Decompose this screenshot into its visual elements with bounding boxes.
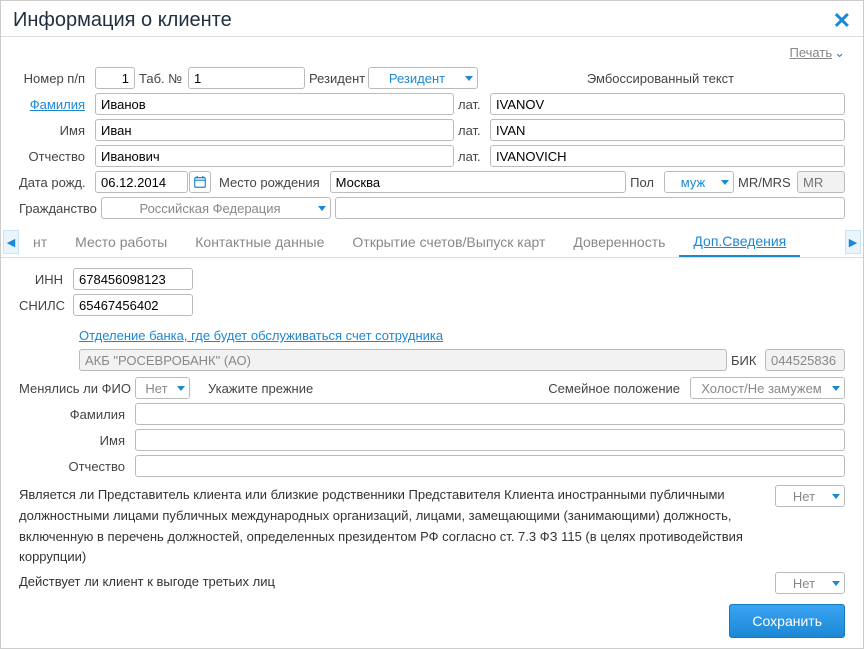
prev-label: Укажите прежние: [194, 381, 319, 396]
chevron-down-icon: [832, 581, 840, 586]
lat-label-2: лат.: [458, 123, 486, 138]
tab-no-input[interactable]: [188, 67, 305, 89]
close-icon[interactable]: ✕: [833, 10, 851, 32]
prev-patr-label: Отчество: [19, 459, 131, 474]
tab-no-label: Таб. №: [139, 71, 184, 86]
prev-surname-label: Фамилия: [19, 407, 131, 422]
chevron-down-icon: ⌄: [834, 45, 845, 61]
surname-input[interactable]: [95, 93, 454, 115]
mrmrs-label: MR/MRS: [738, 175, 793, 190]
name-input[interactable]: [95, 119, 454, 141]
surname-lat-input[interactable]: [490, 93, 845, 115]
tab-cut[interactable]: нт: [19, 228, 61, 256]
tab-scroll-left[interactable]: ◀: [3, 230, 19, 254]
chevron-down-icon: [177, 386, 185, 391]
q2-select[interactable]: Нет: [775, 572, 845, 594]
sex-value: муж: [669, 175, 717, 190]
resident-value: Резидент: [373, 71, 461, 86]
dialog-title: Информация о клиенте: [13, 9, 232, 32]
calendar-icon[interactable]: [189, 171, 211, 193]
print-link[interactable]: Печать⌄: [790, 45, 846, 60]
name-label: Имя: [19, 123, 91, 138]
tab-bar: ◀ нт Место работы Контактные данные Откр…: [1, 227, 863, 258]
question-foreign-official: Является ли Представитель клиента или бл…: [19, 485, 765, 568]
titlebar: Информация о клиенте ✕: [1, 1, 863, 37]
emboss-label: Эмбоссированный текст: [482, 71, 845, 86]
citizenship-select[interactable]: Российская Федерация: [101, 197, 331, 219]
pob-label: Место рождения: [215, 175, 326, 190]
footer: Сохранить: [729, 604, 845, 638]
surname-label-link[interactable]: Фамилия: [19, 97, 91, 112]
resident-label: Резидент: [309, 71, 364, 86]
sex-select[interactable]: муж: [664, 171, 734, 193]
fio-change-value: Нет: [140, 381, 173, 396]
patronymic-lat-input[interactable]: [490, 145, 845, 167]
resident-select[interactable]: Резидент: [368, 67, 478, 89]
marital-select[interactable]: Холост/Не замужем: [690, 377, 845, 399]
name-lat-input[interactable]: [490, 119, 845, 141]
prev-name-label: Имя: [19, 433, 131, 448]
lat-label: лат.: [458, 97, 486, 112]
marital-value: Холост/Не замужем: [695, 381, 828, 396]
chevron-down-icon: [721, 180, 729, 185]
chevron-down-icon: [832, 494, 840, 499]
fio-change-select[interactable]: Нет: [135, 377, 190, 399]
citizenship-label: Гражданство: [19, 201, 97, 216]
client-info-dialog: Информация о клиенте ✕ Печать⌄ Номер п/п…: [0, 0, 864, 649]
citizenship-value: Российская Федерация: [106, 201, 314, 216]
chevron-down-icon: [318, 206, 326, 211]
lat-label-3: лат.: [458, 149, 486, 164]
patronymic-input[interactable]: [95, 145, 454, 167]
marital-label: Семейное положение: [548, 381, 686, 396]
fio-change-label: Менялись ли ФИО: [19, 381, 131, 396]
patronymic-label: Отчество: [19, 149, 91, 164]
tab-extra[interactable]: Доп.Сведения: [679, 227, 800, 257]
save-button[interactable]: Сохранить: [729, 604, 845, 638]
bank-input[interactable]: [79, 349, 727, 371]
chevron-down-icon: [832, 386, 840, 391]
print-row: Печать⌄: [1, 37, 863, 67]
inn-input[interactable]: [73, 268, 193, 290]
bank-branch-link[interactable]: Отделение банка, где будет обслуживаться…: [79, 328, 443, 343]
bik-input[interactable]: [765, 349, 845, 371]
question-third-party: Действует ли клиент к выгоде третьих лиц: [19, 572, 765, 593]
sex-label: Пол: [630, 175, 660, 190]
prev-name-input[interactable]: [135, 429, 845, 451]
tab-workplace[interactable]: Место работы: [61, 228, 181, 256]
tab-poa[interactable]: Доверенность: [559, 228, 679, 256]
q2-value: Нет: [780, 576, 828, 591]
dob-input[interactable]: [95, 171, 188, 193]
dob-label: Дата рожд.: [19, 175, 91, 190]
num-pp-input[interactable]: [95, 67, 135, 89]
content: Номер п/п Таб. № Резидент Резидент Эмбос…: [1, 67, 863, 594]
tab-scroll-right[interactable]: ▶: [845, 230, 861, 254]
prev-patr-input[interactable]: [135, 455, 845, 477]
q1-value: Нет: [780, 489, 828, 504]
print-label: Печать: [790, 45, 833, 60]
pob-input[interactable]: [330, 171, 626, 193]
chevron-down-icon: [465, 76, 473, 81]
num-pp-label: Номер п/п: [19, 71, 91, 86]
bik-label: БИК: [731, 353, 761, 368]
tab-contacts[interactable]: Контактные данные: [181, 228, 338, 256]
tab-accounts[interactable]: Открытие счетов/Выпуск карт: [338, 228, 559, 256]
inn-label: ИНН: [19, 272, 69, 287]
prev-surname-input[interactable]: [135, 403, 845, 425]
citizenship-extra-input[interactable]: [335, 197, 845, 219]
snils-input[interactable]: [73, 294, 193, 316]
snils-label: СНИЛС: [19, 298, 69, 313]
q1-select[interactable]: Нет: [775, 485, 845, 507]
mrmrs-input[interactable]: [797, 171, 845, 193]
